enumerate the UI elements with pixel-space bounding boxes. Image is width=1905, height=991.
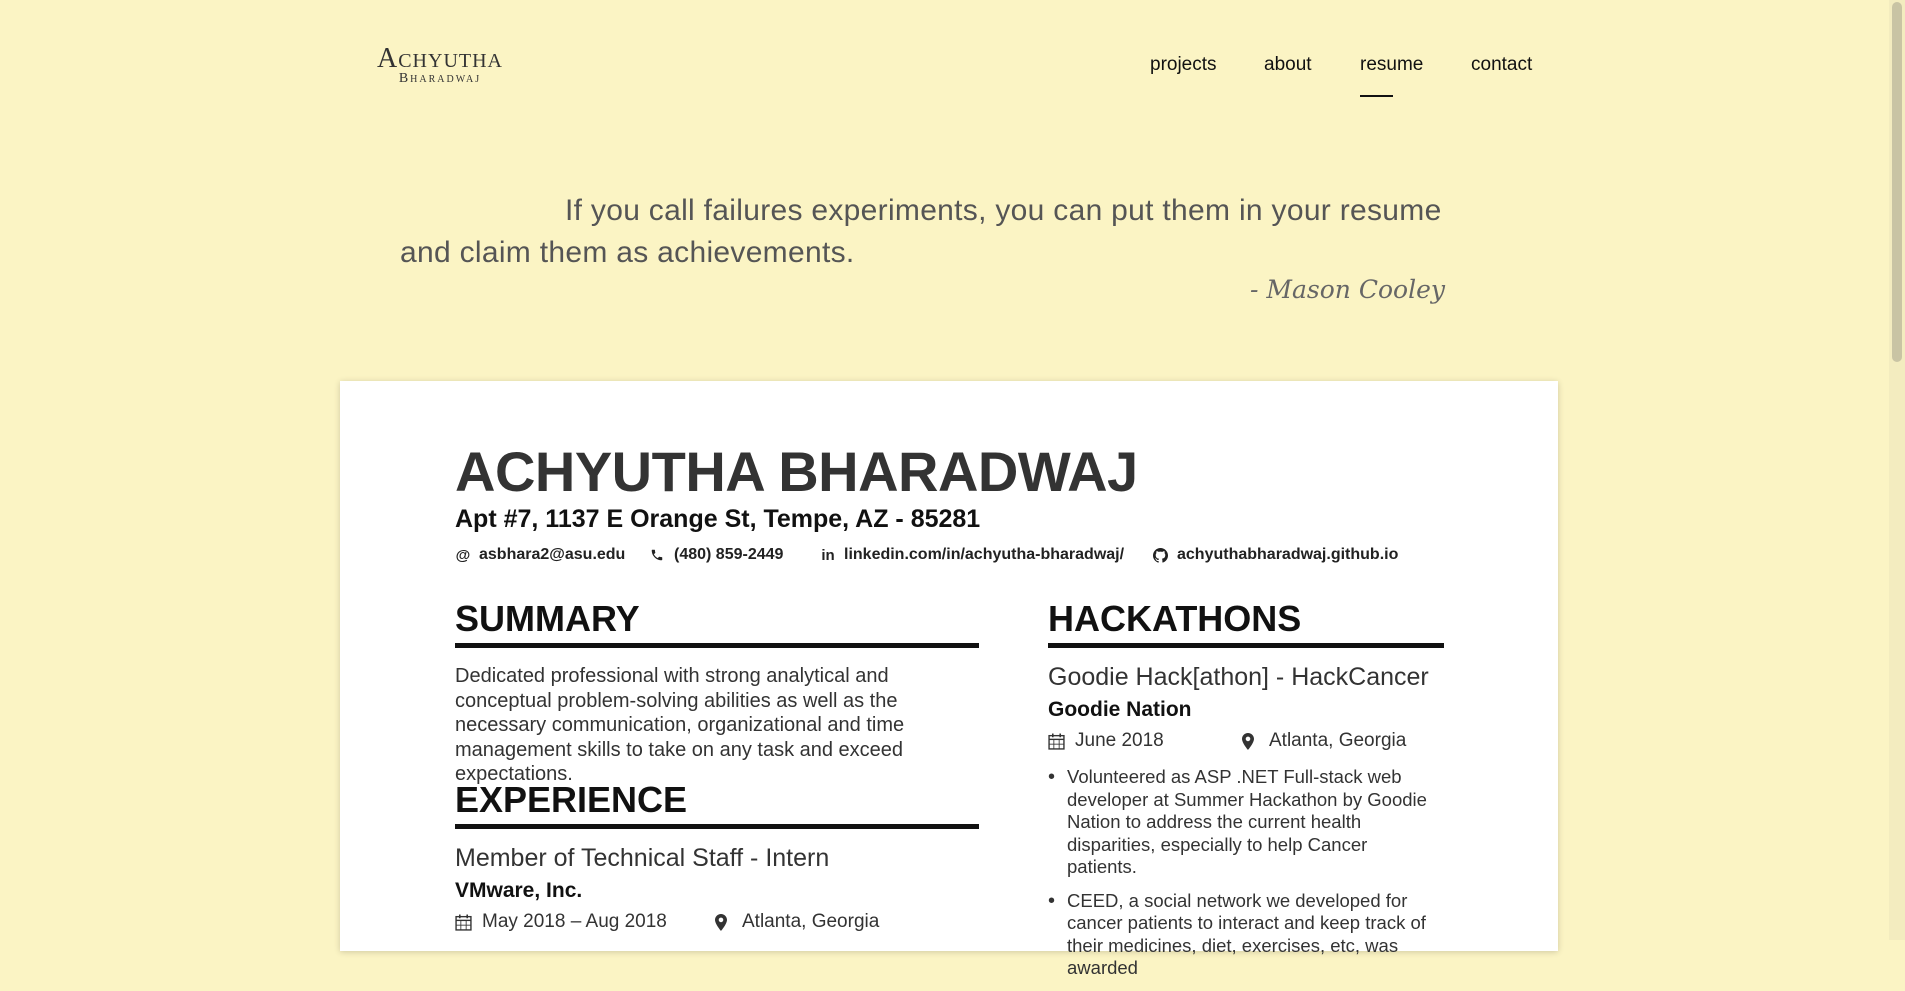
hackathon-location: Atlanta, Georgia [1242,730,1406,752]
experience-heading: EXPERIENCE [455,779,688,820]
linkedin-icon: in [821,546,835,564]
summary-text: Dedicated professional with strong analy… [455,665,905,785]
page-scrollbar[interactable] [1889,0,1905,940]
experience-dates-text: May 2018 – Aug 2018 [482,911,667,932]
main-nav: projects about resume contact [1130,54,1550,104]
logo-last-name: Bharadwaj [398,71,482,86]
calendar-icon [1048,733,1066,750]
experience-org: VMware, Inc. [455,879,583,902]
nav-resume[interactable]: resume [1360,54,1423,97]
phone-text: (480) 859-2449 [674,546,784,563]
at-icon: @ [455,546,471,564]
calendar-icon [455,914,473,931]
list-item: Volunteered as ASP .NET Full-stack web d… [1048,766,1440,879]
list-item: CEED, a social network we developed for … [1048,890,1440,980]
nav-projects[interactable]: projects [1150,54,1217,76]
phone-icon [650,548,666,562]
logo-first-name: Achyutha [377,43,503,74]
contact-email[interactable]: @ asbhara2@asu.edu [455,546,626,564]
contact-github[interactable]: achyuthabharadwaj.github.io [1153,546,1398,564]
map-pin-icon [1242,732,1260,750]
resume-quote: If you call failures experiments, you ca… [400,194,1442,269]
contact-phone[interactable]: (480) 859-2449 [650,546,783,564]
experience-rule [455,824,979,829]
hackathon-org: Goodie Nation [1048,698,1192,721]
nav-contact[interactable]: contact [1471,54,1532,76]
map-pin-icon [715,913,733,931]
contact-linkedin[interactable]: in linkedin.com/in/achyutha-bharadwaj/ [820,546,1124,564]
hackathon-bullets: Volunteered as ASP .NET Full-stack web d… [1048,766,1440,991]
nav-about[interactable]: about [1264,54,1312,76]
experience-dates: May 2018 – Aug 2018 [455,911,667,933]
hackathon-location-text: Atlanta, Georgia [1269,730,1407,751]
experience-role: Member of Technical Staff - Intern [455,844,830,872]
email-text: asbhara2@asu.edu [479,546,626,563]
hackathon-name: Goodie Hack[athon] - HackCancer [1048,663,1429,691]
scrollbar-thumb[interactable] [1892,2,1902,362]
resume-address: Apt #7, 1137 E Orange St, Tempe, AZ - 85… [455,505,981,533]
github-icon [1153,547,1169,563]
quote-author: - Mason Cooley [1250,275,1445,304]
site-logo[interactable]: Achyutha Bharadwaj [355,44,525,86]
hackathons-rule [1048,643,1444,648]
hackathon-dates: June 2018 [1048,730,1164,752]
github-text: achyuthabharadwaj.github.io [1177,546,1399,563]
experience-location: Atlanta, Georgia [715,911,879,933]
experience-location-text: Atlanta, Georgia [742,911,880,932]
resume-name: ACHYUTHA BHARADWAJ [455,440,1138,503]
linkedin-text: linkedin.com/in/achyutha-bharadwaj/ [844,546,1125,563]
summary-rule [455,643,979,648]
summary-heading: SUMMARY [455,598,640,639]
hackathons-heading: HACKATHONS [1048,598,1302,639]
hackathon-dates-text: June 2018 [1075,730,1164,751]
resume-card: ACHYUTHA BHARADWAJ Apt #7, 1137 E Orange… [340,381,1558,978]
